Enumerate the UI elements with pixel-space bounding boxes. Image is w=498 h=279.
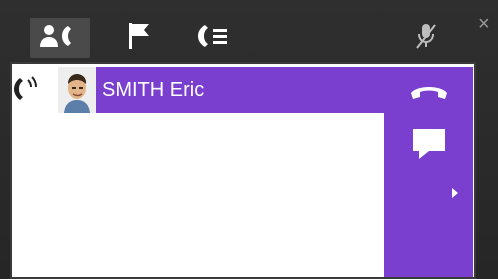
hang-up-icon <box>409 81 449 108</box>
more-arrow-icon <box>450 186 460 205</box>
call-list-tab[interactable] <box>186 18 244 58</box>
close-icon[interactable]: × <box>478 14 490 34</box>
flag-icon <box>127 21 153 56</box>
mic-muted-icon <box>414 21 438 56</box>
contact-name[interactable]: SMITH Eric <box>96 67 384 113</box>
contacts-tab[interactable] <box>30 18 90 58</box>
mic-toggle[interactable] <box>406 18 446 58</box>
more-button[interactable] <box>448 186 462 204</box>
avatar <box>58 67 96 113</box>
chat-icon <box>411 127 447 166</box>
hang-up-button[interactable] <box>409 82 449 106</box>
call-list-icon <box>195 23 235 54</box>
toolbar: × <box>0 0 498 62</box>
flag-tab[interactable] <box>117 18 163 58</box>
contacts-phone-icon <box>38 23 82 54</box>
chat-button[interactable] <box>409 128 449 164</box>
softphone-window: × SMITH Eric <box>0 0 498 279</box>
ringing-phone-icon <box>12 72 42 106</box>
